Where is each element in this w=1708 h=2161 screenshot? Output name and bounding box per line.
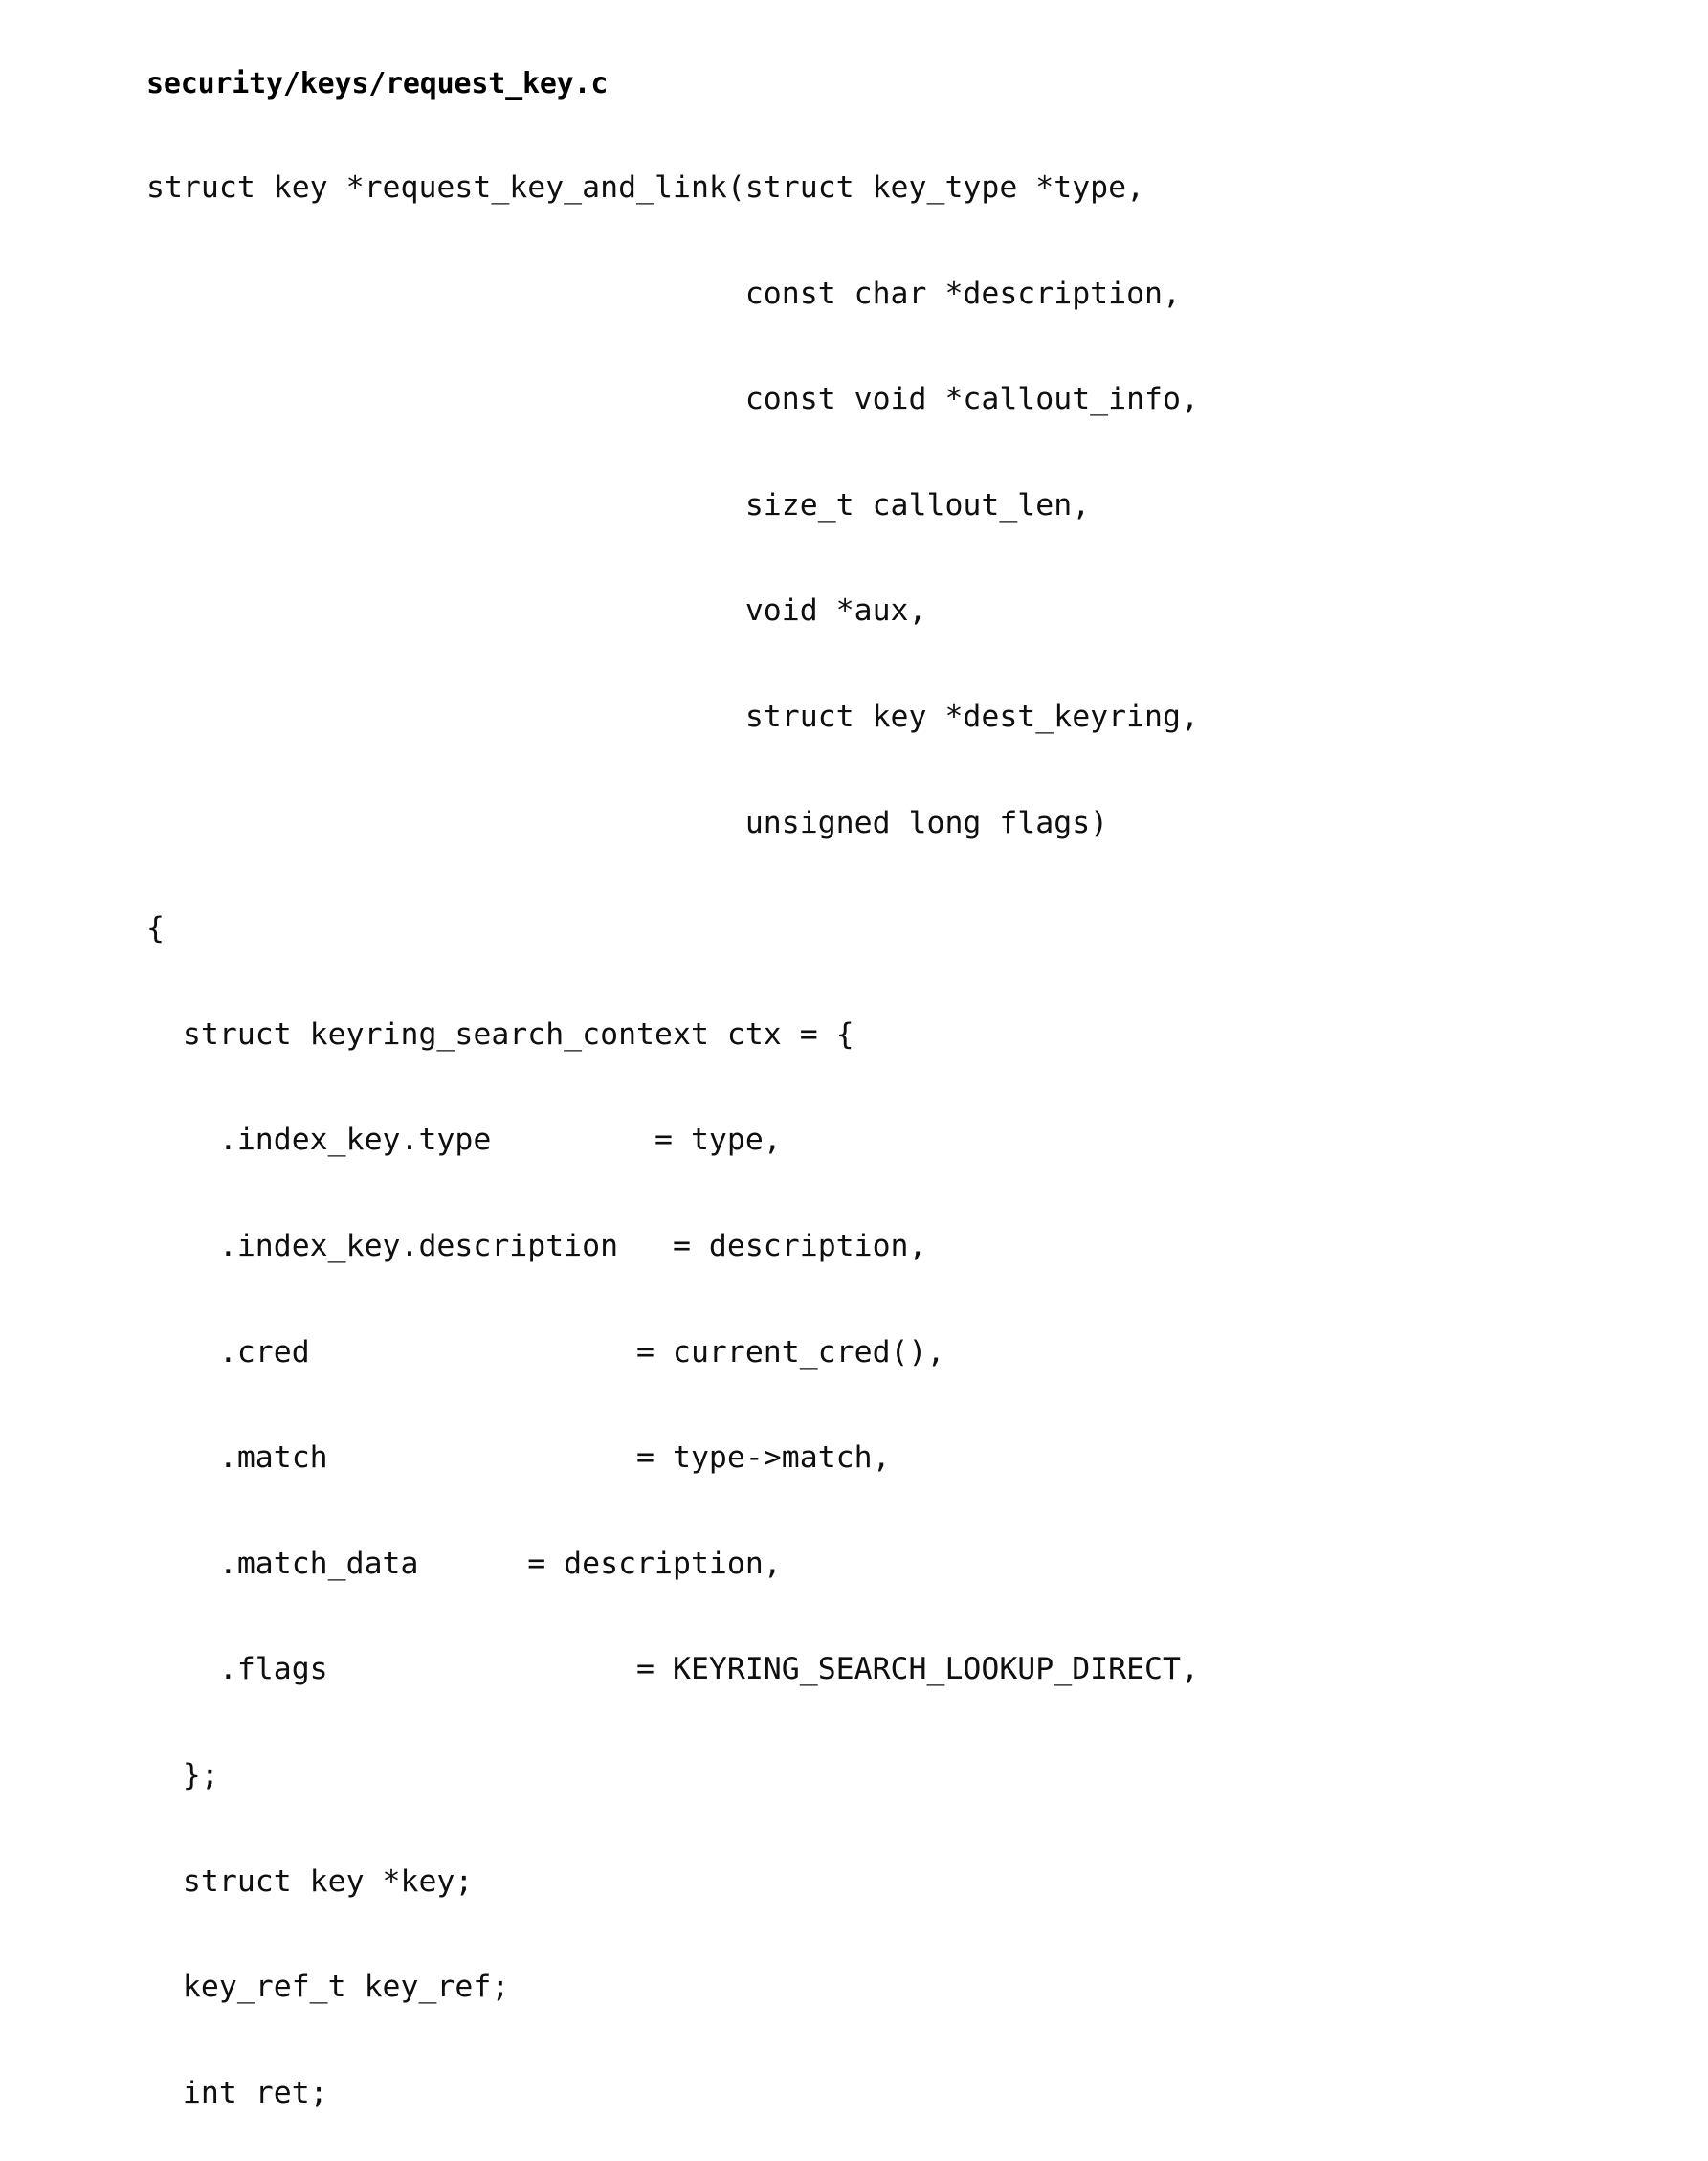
- code-line-14: .match_data = description,: [146, 1546, 782, 1581]
- code-line-1: struct key *request_key_and_link(struct …: [146, 170, 1145, 205]
- code-line-8: {: [146, 911, 165, 947]
- code-listing: security/keys/request_key.c struct key *…: [146, 6, 1708, 2161]
- code-line-3: const void *callout_info,: [146, 382, 1199, 417]
- code-line-11: .index_key.description = description,: [146, 1228, 927, 1263]
- code-line-16: };: [146, 1757, 219, 1793]
- code-line-19: int ret;: [146, 2075, 328, 2110]
- code-file-title: security/keys/request_key.c: [146, 67, 609, 100]
- code-line-13: .match = type->match,: [146, 1440, 891, 1476]
- code-line-15: .flags = KEYRING_SEARCH_LOOKUP_DIRECT,: [146, 1652, 1199, 1687]
- code-line-10: .index_key.type = type,: [146, 1123, 782, 1158]
- code-line-7: unsigned long flags): [146, 805, 1109, 840]
- code-line-4: size_t callout_len,: [146, 487, 1091, 523]
- code-line-5: void *aux,: [146, 593, 927, 629]
- code-line-12: .cred = current_cred(),: [146, 1334, 945, 1370]
- code-line-17: struct key *key;: [146, 1863, 474, 1899]
- code-line-18: key_ref_t key_ref;: [146, 1970, 510, 2005]
- code-line-2: const char *description,: [146, 276, 1181, 311]
- code-line-9: struct keyring_search_context ctx = {: [146, 1016, 854, 1052]
- code-slide: security/keys/request_key.c struct key *…: [0, 0, 1708, 2110]
- code-line-6: struct key *dest_keyring,: [146, 699, 1199, 734]
